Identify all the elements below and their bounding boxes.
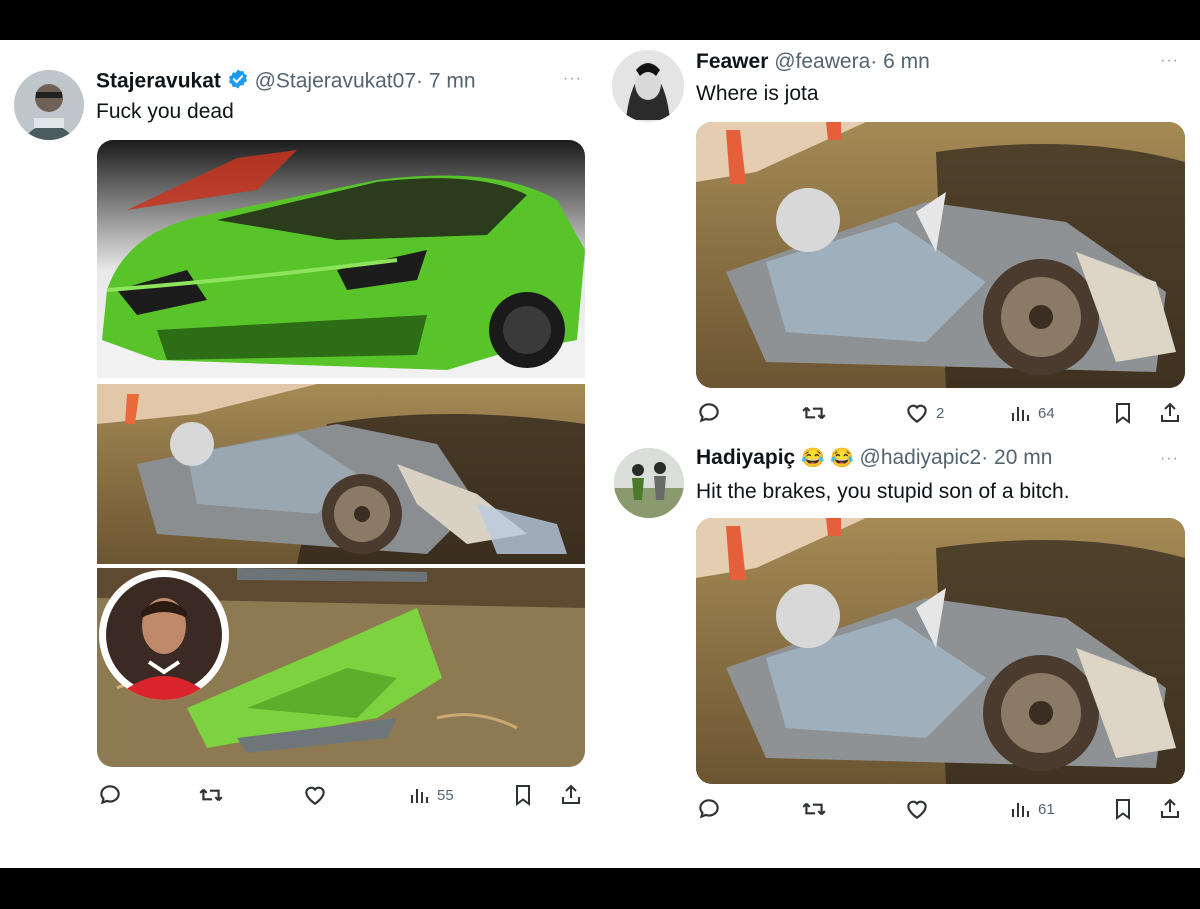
timestamp[interactable]: · 7 mn: [416, 70, 476, 93]
handle[interactable]: @Stajeravukat07: [255, 70, 416, 93]
crashed-car-wreckage[interactable]: [696, 518, 1185, 784]
retweet-icon: [199, 788, 223, 802]
crashed-car-wreckage[interactable]: [696, 122, 1185, 388]
bookmark-button[interactable]: [1111, 796, 1135, 822]
tweet-header: Hadiyapiç 😂 😂 @hadiyapic2· 20 mn: [696, 446, 1052, 470]
tweet-stajeravukat: Stajeravukat @Stajeravukat07· 7 mn ··· F…: [0, 40, 600, 868]
username[interactable]: Hadiyapiç: [696, 446, 795, 469]
like-count: 2: [936, 404, 945, 422]
more-icon[interactable]: ···: [563, 70, 582, 88]
views-button[interactable]: 55: [407, 782, 454, 808]
emoji-laughing-icon: 😂 😂: [801, 448, 854, 469]
views-icon: [1012, 803, 1029, 817]
views-icon: [411, 789, 428, 803]
player-portrait[interactable]: [99, 570, 229, 700]
views-count: 64: [1038, 404, 1055, 422]
views-button[interactable]: 61: [1008, 796, 1055, 822]
like-button[interactable]: 2: [904, 400, 944, 426]
share-button[interactable]: [1158, 400, 1182, 426]
media-grid[interactable]: [97, 140, 585, 767]
like-icon: [907, 800, 927, 819]
like-icon: [305, 786, 325, 805]
views-icon: [1012, 407, 1029, 421]
action-bar: 61: [696, 796, 1185, 826]
tweet-text: Hit the brakes, you stupid son of a bitc…: [696, 480, 1070, 503]
like-icon: [907, 404, 927, 423]
reply-button[interactable]: [696, 796, 722, 822]
like-button[interactable]: [904, 796, 936, 822]
avatar[interactable]: [614, 448, 684, 518]
tweet-feawer: Feawer @feawera· 6 mn ··· Where is jota: [600, 40, 1200, 440]
verified-badge-icon: [227, 68, 249, 96]
retweet-button[interactable]: [800, 400, 828, 426]
green-sports-car[interactable]: [97, 140, 585, 378]
bookmark-button[interactable]: [1111, 400, 1135, 426]
retweet-button[interactable]: [197, 782, 225, 808]
more-icon[interactable]: ···: [1160, 450, 1179, 468]
views-button[interactable]: 64: [1008, 400, 1055, 426]
timestamp[interactable]: · 6 mn: [870, 50, 930, 73]
avatar[interactable]: [612, 50, 684, 122]
timestamp[interactable]: · 20 mn: [981, 446, 1052, 469]
avatar[interactable]: [14, 70, 84, 140]
share-button[interactable]: [559, 782, 583, 808]
views-count: 55: [437, 786, 454, 804]
reply-icon: [699, 799, 719, 819]
like-button[interactable]: [302, 782, 334, 808]
handle[interactable]: @hadiyapic2: [860, 446, 982, 469]
bookmark-icon: [516, 785, 530, 806]
reply-icon: [100, 785, 120, 805]
handle[interactable]: @feawera: [774, 50, 870, 73]
action-bar: 2 64: [696, 400, 1185, 430]
tweet-media[interactable]: [696, 518, 1185, 784]
tweet-header: Stajeravukat @Stajeravukat07· 7 mn: [96, 68, 476, 96]
tweet-header: Feawer @feawera· 6 mn: [696, 50, 930, 74]
tweet-hadiyapic: Hadiyapiç 😂 😂 @hadiyapic2· 20 mn ··· Hit…: [600, 440, 1200, 868]
bookmark-button[interactable]: [511, 782, 535, 808]
more-icon[interactable]: ···: [1160, 52, 1179, 70]
retweet-icon: [802, 802, 826, 816]
bookmark-icon: [1116, 403, 1130, 424]
retweet-icon: [802, 406, 826, 420]
bookmark-icon: [1116, 799, 1130, 820]
share-icon: [562, 784, 580, 804]
reply-icon: [699, 403, 719, 423]
retweet-button[interactable]: [800, 796, 828, 822]
tweet-media[interactable]: [696, 122, 1185, 388]
right-panel: Feawer @feawera· 6 mn ··· Where is jota: [600, 40, 1200, 868]
reply-button[interactable]: [97, 782, 123, 808]
left-panel: Stajeravukat @Stajeravukat07· 7 mn ··· F…: [0, 40, 600, 868]
share-icon: [1161, 402, 1179, 422]
action-bar: 55: [97, 782, 585, 812]
tweet-text: Where is jota: [696, 82, 819, 105]
crashed-car-wreckage[interactable]: [97, 384, 585, 564]
tweet-text: Fuck you dead: [96, 100, 234, 123]
views-count: 61: [1038, 800, 1055, 818]
share-icon: [1161, 798, 1179, 818]
username[interactable]: Stajeravukat: [96, 70, 221, 93]
username[interactable]: Feawer: [696, 50, 768, 73]
reply-button[interactable]: [696, 400, 722, 426]
share-button[interactable]: [1158, 796, 1182, 822]
